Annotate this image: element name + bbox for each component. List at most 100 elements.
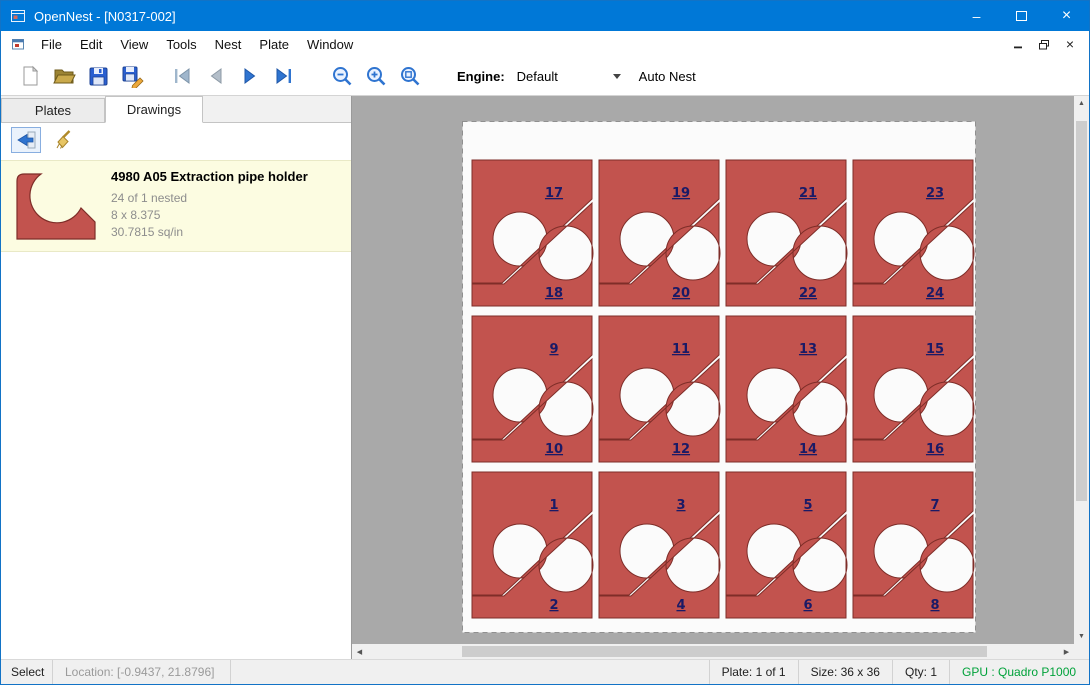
status-plate: Plate: 1 of 1 bbox=[709, 660, 798, 684]
mdi-minimize-icon bbox=[1013, 39, 1023, 49]
menu-file[interactable]: File bbox=[32, 33, 71, 56]
previous-plate-button[interactable] bbox=[199, 61, 233, 91]
app-icon bbox=[10, 8, 26, 24]
close-button[interactable]: × bbox=[1044, 1, 1089, 31]
part-number-bottom: 6 bbox=[803, 598, 812, 613]
part-number-top: 15 bbox=[926, 342, 944, 357]
tab-plates[interactable]: Plates bbox=[1, 98, 105, 122]
main-area: Plates Drawings bbox=[1, 96, 1089, 659]
part-number-bottom: 8 bbox=[930, 598, 939, 613]
previous-arrow-icon bbox=[204, 64, 228, 88]
save-edit-button[interactable] bbox=[115, 61, 149, 91]
left-panel: Plates Drawings bbox=[1, 96, 352, 659]
blue-arrow-left-icon bbox=[14, 128, 38, 152]
part-number-top: 5 bbox=[803, 498, 812, 513]
status-mode: Select bbox=[1, 660, 53, 684]
part-number-top: 19 bbox=[672, 186, 690, 201]
new-button[interactable] bbox=[13, 61, 47, 91]
clean-button[interactable] bbox=[49, 127, 79, 153]
part-number-top: 11 bbox=[672, 342, 690, 357]
last-plate-button[interactable] bbox=[267, 61, 301, 91]
maximize-button[interactable] bbox=[999, 1, 1044, 31]
part-number-top: 23 bbox=[926, 186, 944, 201]
next-plate-button[interactable] bbox=[233, 61, 267, 91]
scroll-left-button[interactable]: ◀ bbox=[352, 644, 367, 659]
zoom-in-button[interactable] bbox=[359, 61, 393, 91]
engine-label: Engine: bbox=[457, 69, 505, 84]
engine-value: Default bbox=[517, 69, 558, 84]
maximize-icon bbox=[1016, 11, 1027, 21]
window-title: OpenNest - [N0317-002] bbox=[34, 9, 176, 24]
save-floppy-icon bbox=[86, 64, 110, 88]
main-toolbar: Engine: Default Auto Nest bbox=[1, 57, 1089, 96]
zoom-in-icon bbox=[364, 64, 388, 88]
part-number-top: 3 bbox=[676, 498, 685, 513]
drawing-list-item[interactable]: 4980 A05 Extraction pipe holder 24 of 1 … bbox=[1, 160, 351, 252]
vertical-scrollbar[interactable]: ▲ ▼ bbox=[1074, 96, 1089, 644]
title-bar: OpenNest - [N0317-002] – × bbox=[1, 1, 1089, 31]
floppy-pencil-icon bbox=[120, 64, 144, 88]
part-number-bottom: 2 bbox=[549, 598, 558, 613]
open-button[interactable] bbox=[47, 61, 81, 91]
part-number-bottom: 4 bbox=[676, 598, 685, 613]
menu-nest[interactable]: Nest bbox=[206, 33, 251, 56]
status-location: Location: [-0.9437, 21.8796] bbox=[53, 660, 231, 684]
part-number-bottom: 24 bbox=[926, 286, 944, 301]
drawing-nested-count: 24 of 1 nested bbox=[111, 190, 308, 207]
first-plate-button[interactable] bbox=[165, 61, 199, 91]
part-number-top: 7 bbox=[930, 498, 939, 513]
open-folder-icon bbox=[52, 64, 76, 88]
part-number-bottom: 18 bbox=[545, 286, 563, 301]
part-number-bottom: 10 bbox=[545, 442, 563, 457]
zoom-out-button[interactable] bbox=[325, 61, 359, 91]
send-to-plate-button[interactable] bbox=[11, 127, 41, 153]
part-number-top: 9 bbox=[549, 342, 558, 357]
drawing-area: 30.7815 sq/in bbox=[111, 224, 308, 241]
scrollbar-corner bbox=[1074, 644, 1089, 659]
part-number-top: 21 bbox=[799, 186, 817, 201]
part-number-bottom: 12 bbox=[672, 442, 690, 457]
drawings-toolbar bbox=[1, 123, 351, 157]
menu-plate[interactable]: Plate bbox=[250, 33, 298, 56]
mdi-restore-button[interactable] bbox=[1033, 35, 1055, 53]
plate[interactable]: 171819202122232491011121314151612345678 bbox=[462, 121, 976, 638]
horizontal-scroll-thumb[interactable] bbox=[462, 646, 987, 657]
drawing-info: 4980 A05 Extraction pipe holder 24 of 1 … bbox=[111, 165, 308, 241]
engine-dropdown[interactable]: Default bbox=[513, 65, 625, 87]
last-arrow-icon bbox=[272, 64, 296, 88]
app-window: OpenNest - [N0317-002] – × File Edit Vie… bbox=[0, 0, 1090, 685]
broom-icon bbox=[52, 128, 76, 152]
part-number-top: 17 bbox=[545, 186, 563, 201]
menu-view[interactable]: View bbox=[111, 33, 157, 56]
zoom-out-icon bbox=[330, 64, 354, 88]
status-size: Size: 36 x 36 bbox=[798, 660, 892, 684]
nest-canvas[interactable]: 171819202122232491011121314151612345678 … bbox=[352, 96, 1089, 659]
drawing-dimensions: 8 x 8.375 bbox=[111, 207, 308, 224]
scroll-down-button[interactable]: ▼ bbox=[1074, 629, 1089, 644]
first-arrow-icon bbox=[170, 64, 194, 88]
minimize-button[interactable]: – bbox=[954, 1, 999, 31]
mdi-minimize-button[interactable] bbox=[1007, 35, 1029, 53]
chevron-down-icon bbox=[613, 74, 621, 79]
status-gpu: GPU : Quadro P1000 bbox=[949, 660, 1089, 684]
status-qty: Qty: 1 bbox=[892, 660, 949, 684]
tab-drawings[interactable]: Drawings bbox=[105, 96, 203, 123]
part-number-top: 13 bbox=[799, 342, 817, 357]
menu-window[interactable]: Window bbox=[298, 33, 362, 56]
menu-tools[interactable]: Tools bbox=[157, 33, 205, 56]
zoom-extents-icon bbox=[398, 64, 422, 88]
drawing-thumbnail bbox=[9, 165, 103, 247]
menu-edit[interactable]: Edit bbox=[71, 33, 111, 56]
auto-nest-button[interactable]: Auto Nest bbox=[639, 69, 696, 84]
vertical-scroll-thumb[interactable] bbox=[1076, 121, 1087, 501]
save-button[interactable] bbox=[81, 61, 115, 91]
mdi-close-button[interactable]: × bbox=[1059, 35, 1081, 53]
scroll-up-button[interactable]: ▲ bbox=[1074, 96, 1089, 111]
nest-plate-svg[interactable]: 171819202122232491011121314151612345678 bbox=[462, 121, 976, 633]
part-number-top: 1 bbox=[549, 498, 558, 513]
panel-tabs: Plates Drawings bbox=[1, 96, 351, 123]
drawing-title: 4980 A05 Extraction pipe holder bbox=[111, 169, 308, 184]
scroll-right-button[interactable]: ▶ bbox=[1059, 644, 1074, 659]
zoom-extents-button[interactable] bbox=[393, 61, 427, 91]
horizontal-scrollbar[interactable]: ◀ ▶ bbox=[352, 644, 1074, 659]
